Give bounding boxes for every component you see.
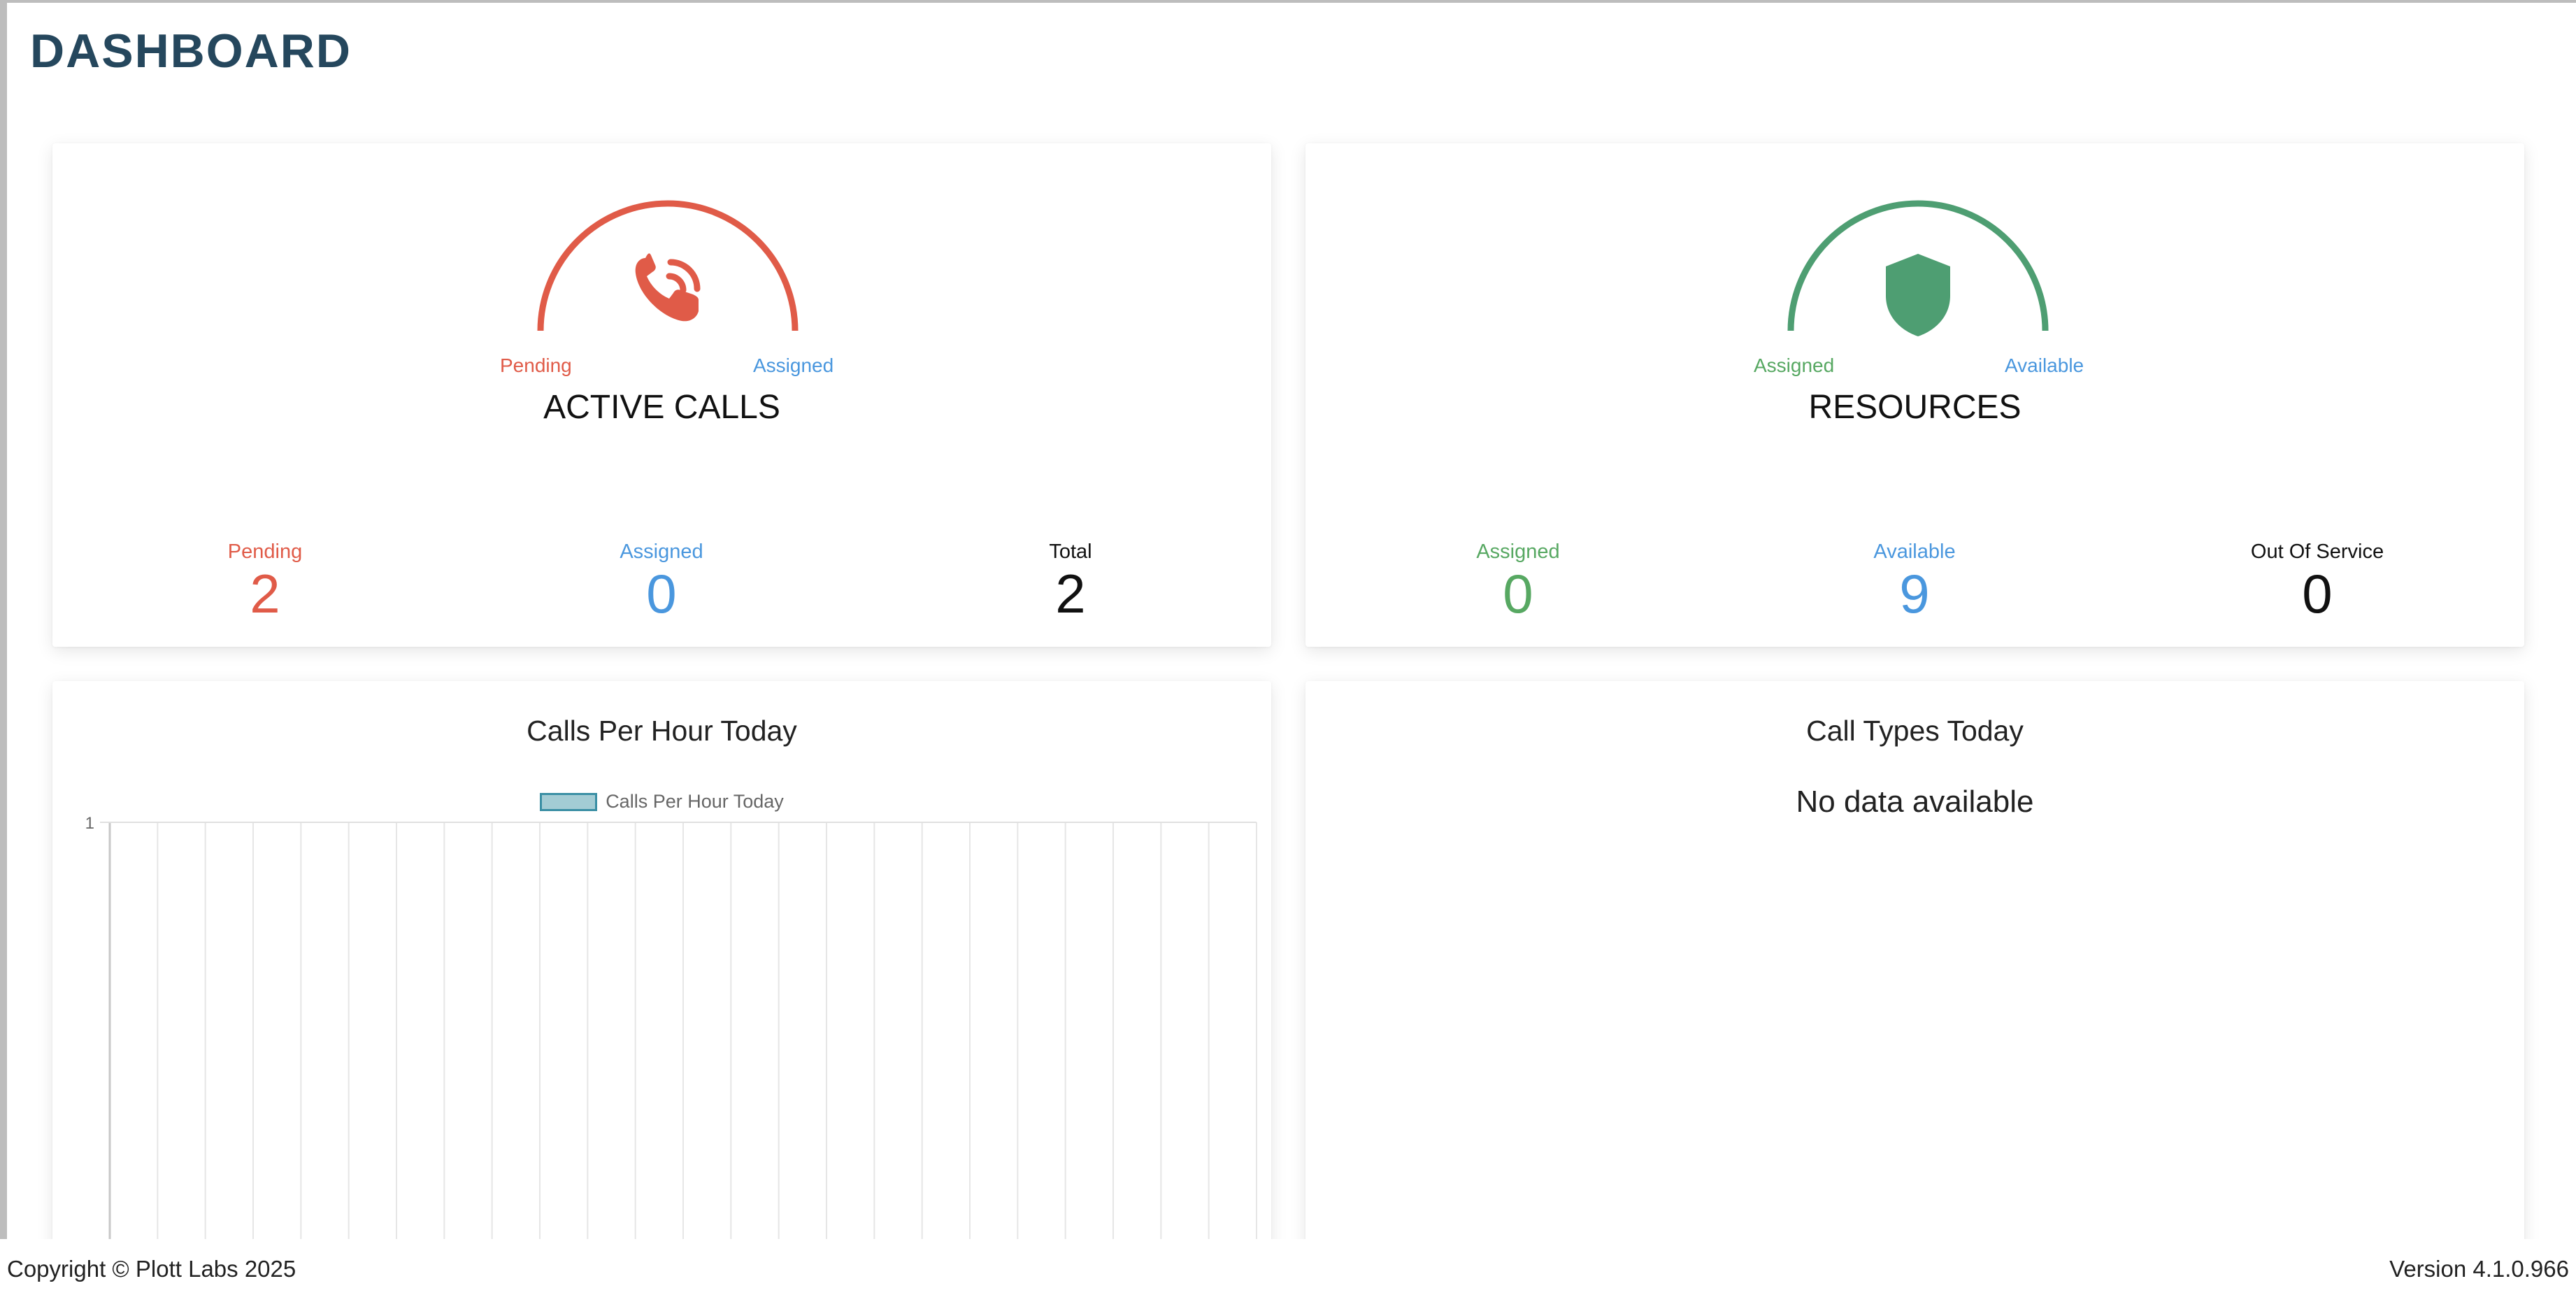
legend-label: Calls Per Hour Today [606,791,784,812]
active-calls-gauge [537,200,799,331]
stat-total: Total 2 [931,541,1210,621]
stat-available: Available 9 [1775,541,2054,621]
stat-label: Available [1873,541,1956,563]
call-types-card: Call Types Today No data available [1305,681,2524,1261]
gauge-label-assigned: Assigned [753,355,834,376]
chart-legend[interactable]: Calls Per Hour Today [52,791,1271,813]
stat-value: 0 [1503,563,1533,624]
dashboard-page: DASHBOARD Pending Assigned ACTIVE CALLS … [7,3,2576,1261]
stat-label: Assigned [1476,541,1560,563]
copyright-text: Copyright © Plott Labs 2025 [7,1256,296,1282]
stat-label: Pending [227,541,303,563]
legend-swatch [540,792,598,811]
shield-icon [1886,254,1950,336]
stat-value: 0 [2302,563,2333,624]
y-tick-label: 1 [85,814,94,833]
calls-per-hour-chart: 1 [85,814,1257,1261]
gauge-label-available: Available [2005,355,2084,376]
chart-title: Calls Per Hour Today [527,715,797,747]
resources-gauge [1787,200,2049,336]
gauge-label-assigned: Assigned [1754,355,1835,376]
stat-label: Out Of Service [2250,541,2384,563]
active-calls-heading: ACTIVE CALLS [543,389,780,426]
resources-heading: RESOURCES [1808,389,2022,426]
stat-label: Assigned [620,541,703,563]
stat-assigned: Assigned 0 [1378,541,1658,621]
stat-value: 0 [646,563,677,624]
phone-ringing-icon [635,253,701,322]
stat-assigned: Assigned 0 [522,541,801,621]
gauge-label-pending: Pending [500,355,572,376]
stat-pending: Pending 2 [125,541,405,621]
page-title: DASHBOARD [30,24,352,78]
calls-per-hour-card: Calls Per Hour Today Calls Per Hour Toda… [52,681,1271,1261]
no-data-message: No data available [1796,785,2034,819]
stat-value: 2 [1055,563,1086,624]
stat-out-of-service: Out Of Service 0 [2177,541,2457,621]
version-text: Version 4.1.0.966 [2389,1256,2569,1282]
stat-label: Total [1049,541,1092,563]
active-calls-card: Pending Assigned ACTIVE CALLS Pending 2 … [52,143,1271,647]
stat-value: 9 [1899,563,1930,624]
resources-card: Assigned Available RESOURCES Assigned 0 … [1305,143,2524,647]
chart-title: Call Types Today [1806,715,2024,747]
footer: Copyright © Plott Labs 2025 Version 4.1.… [0,1239,2576,1295]
stat-value: 2 [250,563,280,624]
